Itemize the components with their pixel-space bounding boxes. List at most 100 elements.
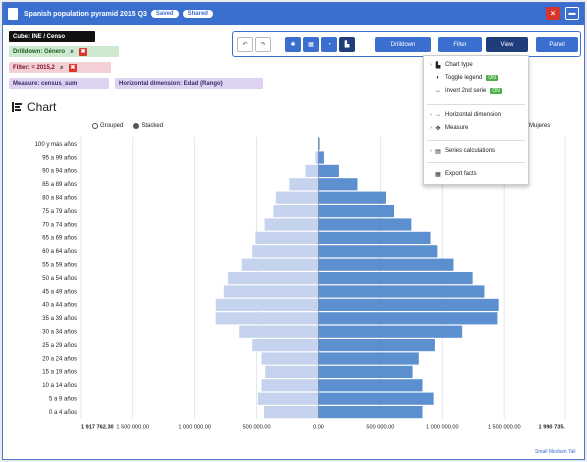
trash-icon[interactable]: ✖	[79, 47, 88, 56]
bar-male	[261, 379, 319, 392]
stacking-options: Grouped Stacked	[92, 123, 163, 129]
search-icon[interactable]: ⌕	[68, 48, 76, 56]
x-tick-label: 1 917 762.30	[81, 424, 114, 430]
menu-item-invert-2nd-serie[interactable]: ↔ Invert 2nd serie ON	[424, 86, 528, 96]
window-title: Spanish population pyramid 2015 Q3	[24, 10, 147, 18]
x-tick-label: 0.00	[313, 424, 324, 430]
table-icon[interactable]: ▦	[303, 37, 319, 52]
menu-item-chart-type[interactable]: › ▙ Chart type	[424, 60, 528, 70]
category-label: 40 a 44 años	[42, 303, 77, 309]
bar-male	[275, 191, 319, 204]
category-label: 85 a 89 años	[42, 182, 77, 188]
bar-female	[318, 392, 434, 405]
menu-item-series-calculations[interactable]: › ▤ Series calculations	[424, 146, 528, 156]
category-label: 60 a 64 años	[42, 249, 77, 255]
x-tick-label: 1 000 000.00	[426, 424, 459, 430]
bar-female	[318, 272, 473, 285]
x-tick-label: 1 000 000.00	[178, 424, 211, 430]
menu-item-measure[interactable]: › ✥ Measure	[424, 123, 528, 133]
view-button-label: View	[500, 41, 514, 48]
drilldown-tag[interactable]: Drilldown: Género ⌕ ✖	[9, 46, 119, 57]
calculator-icon: ▤	[435, 148, 441, 155]
menu-divider	[427, 162, 525, 163]
horizontal-dimension-tag[interactable]: Horizontal dimension: Edad (Rango)	[115, 78, 263, 89]
menu-label-toggle-legend: Toggle legend	[445, 75, 483, 81]
bar-female	[318, 379, 423, 392]
filter-tag[interactable]: Filter: = 2015,2 ⌕ ✖	[9, 62, 111, 73]
undo-button[interactable]: ↶	[237, 37, 253, 52]
bar-female	[318, 312, 498, 325]
view-button[interactable]: View	[486, 37, 528, 52]
menu-divider	[427, 140, 525, 141]
category-label: 80 a 84 años	[42, 196, 77, 202]
chart-window: Spanish population pyramid 2015 Q3 Saved…	[2, 2, 585, 460]
menu-label-horizontal-dimension: Horizontal dimension	[445, 112, 502, 118]
bar-female	[318, 178, 358, 191]
on-badge: ON	[490, 88, 502, 94]
drilldown-label: Drilldown: Género	[13, 48, 66, 55]
category-label: 0 a 4 años	[49, 410, 77, 416]
bar-female	[318, 245, 438, 258]
crosshair-icon: ✥	[435, 125, 441, 132]
x-tick-label: 500 000.00	[243, 424, 271, 430]
chart-icon	[12, 102, 22, 112]
shared-badge: Shared	[182, 10, 213, 18]
close-button[interactable]: ×	[546, 7, 560, 20]
menu-label-export-facts: Export facts	[445, 171, 477, 177]
search-icon[interactable]: ⌕	[58, 64, 66, 72]
x-tick-label: 1 500 000.00	[488, 424, 521, 430]
trash-icon[interactable]: ✖	[68, 63, 77, 72]
menu-label-invert-2nd-serie: Invert 2nd serie	[445, 88, 487, 94]
category-label: 55 a 59 años	[42, 263, 77, 269]
drilldown-button[interactable]: Drilldown	[375, 37, 431, 52]
size-options[interactable]: Small Medium Tall	[535, 449, 575, 455]
grouped-radio[interactable]: Grouped	[92, 123, 123, 129]
radio-circle	[133, 123, 140, 129]
bar-female	[318, 218, 412, 231]
bar-male	[305, 164, 319, 177]
saved-badge: Saved	[150, 10, 179, 18]
measure-label: Measure: census_sum	[13, 80, 78, 87]
bar-male	[264, 218, 319, 231]
stacked-radio[interactable]: Stacked	[133, 123, 163, 129]
bar-female	[318, 191, 386, 204]
menu-item-toggle-legend[interactable]: ◐ Toggle legend ON	[424, 73, 528, 83]
cube-tag[interactable]: Cube: INE / Censo	[9, 31, 95, 42]
pie-chart-icon[interactable]: ◔	[321, 37, 337, 52]
bar-male	[215, 312, 319, 325]
measure-tag[interactable]: Measure: census_sum	[9, 78, 109, 89]
bar-male	[215, 298, 319, 311]
menu-label-measure: Measure	[445, 125, 469, 131]
arrow-right-icon: →	[435, 112, 441, 118]
bar-female	[318, 365, 413, 378]
bar-chart-icon: ▙	[435, 62, 441, 69]
category-label: 50 a 54 años	[42, 276, 77, 282]
legend-female[interactable]: Mujeres	[529, 123, 550, 129]
redo-button[interactable]: ↷	[255, 37, 271, 52]
toggle-icon: ◐	[436, 75, 440, 81]
filter-button[interactable]: Filter	[438, 37, 482, 52]
bar-male	[273, 205, 319, 218]
category-label: 70 a 74 años	[42, 222, 77, 228]
x-tick-label: 500 000.00	[366, 424, 394, 430]
bar-chart-icon[interactable]: ▙	[339, 37, 355, 52]
panel-button-label: Panel	[549, 41, 565, 48]
menu-item-horizontal-dimension[interactable]: › → Horizontal dimension	[424, 110, 528, 120]
table-icon: ▦	[435, 171, 441, 178]
radio-circle	[92, 123, 98, 129]
category-label: 65 a 69 años	[42, 236, 77, 242]
bar-male	[263, 406, 319, 419]
bar-female	[318, 285, 485, 298]
panel-button[interactable]: Panel	[536, 37, 578, 52]
minimize-button[interactable]: ▬	[565, 7, 579, 20]
bar-female	[318, 406, 423, 419]
bar-male	[239, 325, 319, 338]
menu-item-export-facts[interactable]: ▦ Export facts	[424, 169, 528, 179]
bar-male	[255, 231, 319, 244]
x-tick-label: 1 500 000.00	[116, 424, 149, 430]
settings-icon[interactable]: ✱	[285, 37, 301, 52]
stacked-label: Stacked	[141, 123, 164, 129]
bar-male	[265, 365, 319, 378]
on-badge: ON	[486, 75, 498, 81]
bar-female	[318, 205, 395, 218]
